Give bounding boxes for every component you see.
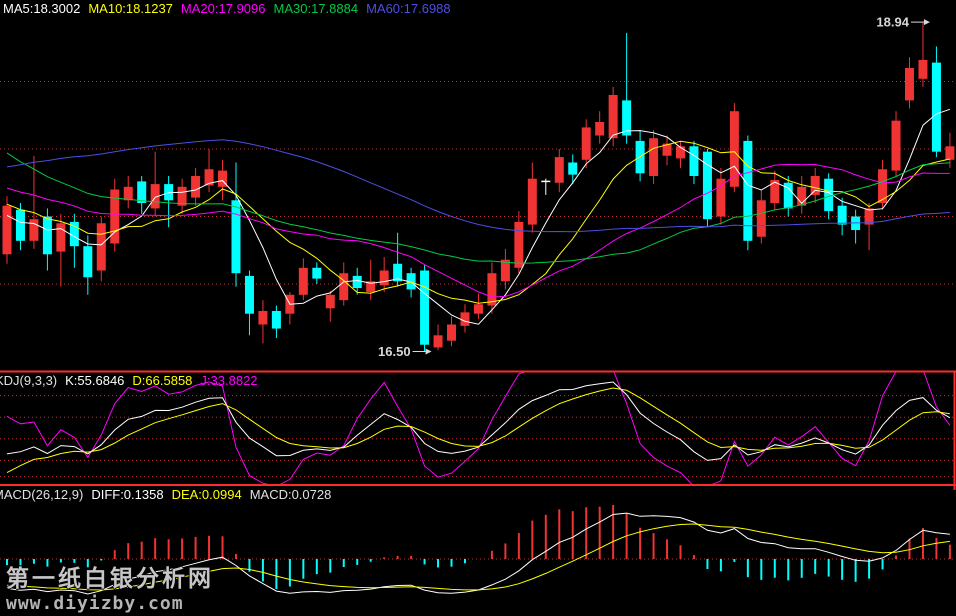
- ma-values-row: MA5:18.3002 MA10:18.1237 MA20:17.9096 MA30:…: [3, 1, 459, 16]
- price-annotations: 18.94 16.50: [378, 15, 930, 359]
- ma-value-label: MA20:17.9096: [181, 1, 266, 16]
- price-annotation-label: 16.50: [378, 344, 411, 359]
- ma-value-label: MA10:18.1237: [88, 1, 173, 16]
- ma-value-label: MA5:18.3002: [3, 1, 80, 16]
- macd-plot: [7, 505, 950, 594]
- macd-value-label: MACD:0.0728: [250, 487, 332, 502]
- macd-value-label: DEA:0.0994: [172, 487, 242, 502]
- kdj-value-label: J:33.8822: [200, 373, 257, 388]
- kdj-value-label: K:55.6846: [65, 373, 124, 388]
- kdj-values-row: KDJ(9,3,3) K:55.6846 D:66.5858 J:33.8822: [0, 373, 266, 388]
- macd-value-label: MACD(26,12,9): [0, 487, 83, 502]
- chart-root: 18.94 16.50 MA5:18.3002 MA10:18.1237 MA20:1…: [0, 0, 956, 616]
- kdj-value-label: KDJ(9,3,3): [0, 373, 57, 388]
- kdj-value-label: D:66.5858: [132, 373, 192, 388]
- macd-values-row: MACD(26,12,9) DIFF:0.1358 DEA:0.0994 MACD:0…: [0, 487, 339, 502]
- price-annotation-low: 16.50: [378, 344, 432, 359]
- panel-borders: [0, 371, 956, 490]
- ma-value-label: MA60:17.6988: [366, 1, 451, 16]
- ma-value-label: MA30:17.8884: [274, 1, 359, 16]
- macd-value-label: DIFF:0.1358: [91, 487, 163, 502]
- price-annotation-label: 18.94: [876, 15, 909, 30]
- chart-canvas[interactable]: 18.94 16.50: [0, 0, 956, 616]
- price-annotation-high: 18.94: [876, 15, 930, 30]
